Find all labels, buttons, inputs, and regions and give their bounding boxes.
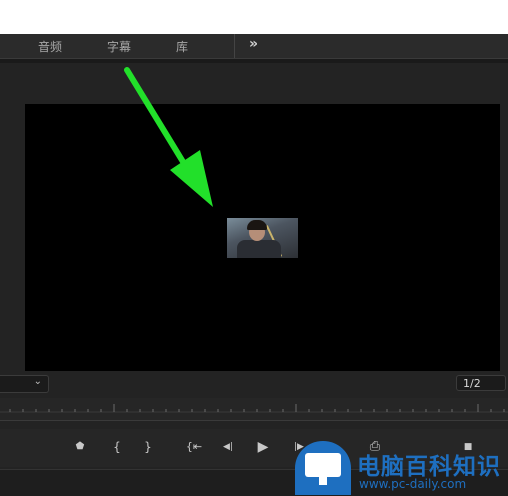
video-preview-area[interactable] xyxy=(25,104,500,371)
zoom-level-dropdown[interactable]: ⌄ xyxy=(0,375,49,393)
add-marker-button[interactable]: ⬟ xyxy=(72,437,88,457)
tab-audio[interactable]: 音频 xyxy=(38,38,62,55)
logo-screen xyxy=(305,453,341,477)
step-back-button[interactable]: ◀| xyxy=(218,437,238,457)
play-button[interactable]: ▶ xyxy=(254,437,272,457)
mark-out-button[interactable]: } xyxy=(141,437,155,457)
monitor-logo-icon xyxy=(295,441,351,495)
program-monitor-panel: 音频 字幕 库 » ⌄ 1/2 ⬟ { } {⇤ ◀| ▶ |▶ ⎙ ■ xyxy=(0,34,508,496)
playback-resolution-dropdown[interactable]: 1/2 xyxy=(456,375,506,391)
tab-captions[interactable]: 字幕 xyxy=(107,38,131,55)
watermark-title: 电脑百科知识 xyxy=(357,454,501,480)
chevron-down-icon: ⌄ xyxy=(33,376,42,387)
video-frame-thumbnail xyxy=(227,218,298,258)
go-to-in-button[interactable]: {⇤ xyxy=(183,437,205,457)
panel-header-strip xyxy=(0,59,508,63)
tab-libraries[interactable]: 库 xyxy=(176,38,188,55)
mark-in-button[interactable]: { xyxy=(110,437,124,457)
watermark-url: www.pc-daily.com xyxy=(359,477,467,491)
timeline-ruler[interactable] xyxy=(0,398,508,421)
logo-stand xyxy=(319,477,327,485)
tab-overflow-button[interactable]: » xyxy=(249,36,258,52)
site-watermark: 电脑百科知识 www.pc-daily.com xyxy=(295,441,508,495)
panel-tab-bar: 音频 字幕 库 » xyxy=(0,34,508,59)
thumbnail-figure-body xyxy=(237,240,281,258)
tab-divider xyxy=(234,34,235,58)
thumbnail-figure-hair xyxy=(247,220,267,230)
